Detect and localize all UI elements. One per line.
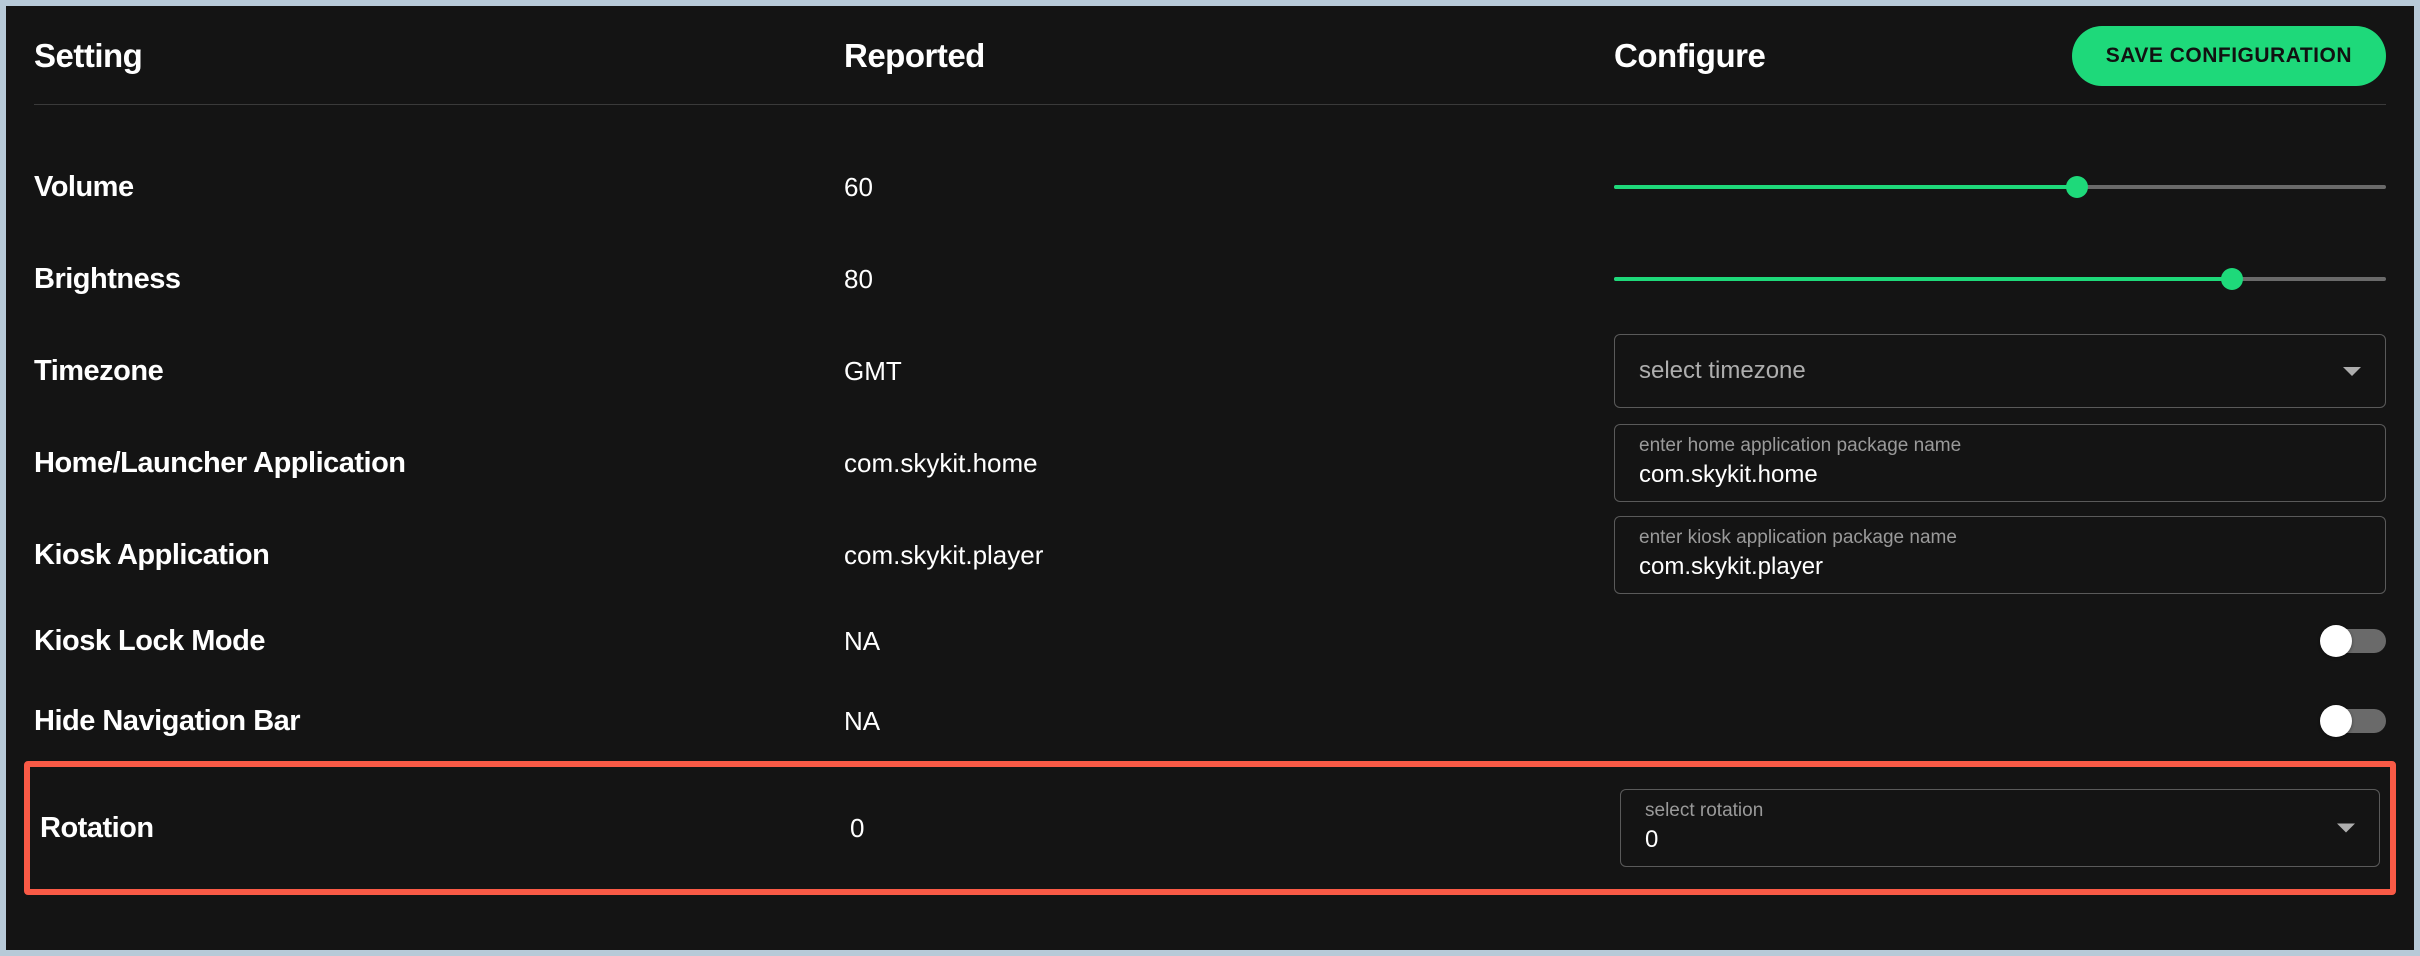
hide-nav-toggle[interactable] (2324, 709, 2386, 733)
label-home-app: Home/Launcher Application (34, 447, 406, 479)
home-app-input-container: enter home application package name (1614, 424, 2386, 502)
reported-home-app: com.skykit.home (844, 448, 1038, 478)
home-app-input[interactable] (1639, 461, 2361, 489)
rotation-field-label: select rotation (1645, 800, 2355, 822)
label-rotation: Rotation (40, 812, 154, 844)
label-brightness: Brightness (34, 263, 180, 295)
save-configuration-button[interactable]: SAVE CONFIGURATION (2072, 26, 2386, 86)
kiosk-app-field-label: enter kiosk application package name (1639, 527, 2361, 549)
reported-kiosk-lock: NA (844, 626, 880, 656)
label-volume: Volume (34, 171, 134, 203)
row-kiosk-app: Kiosk Application com.skykit.player ente… (34, 509, 2386, 601)
label-kiosk-app: Kiosk Application (34, 539, 269, 571)
rotation-value: 0 (1645, 826, 2355, 854)
row-brightness: Brightness 80 (34, 233, 2386, 325)
volume-slider-thumb[interactable] (2066, 176, 2088, 198)
timezone-select[interactable]: select timezone (1614, 334, 2386, 408)
row-timezone: Timezone GMT select timezone (34, 325, 2386, 417)
row-rotation: Rotation 0 select rotation 0 (40, 783, 2380, 873)
chevron-down-icon (2337, 824, 2355, 833)
reported-kiosk-app: com.skykit.player (844, 540, 1043, 570)
reported-volume: 60 (844, 172, 873, 202)
col-header-setting: Setting (34, 37, 142, 74)
label-timezone: Timezone (34, 355, 163, 387)
rotation-highlight: Rotation 0 select rotation 0 (24, 761, 2396, 895)
rotation-select[interactable]: select rotation 0 (1620, 789, 2380, 867)
chevron-down-icon (2343, 367, 2361, 376)
reported-rotation: 0 (850, 813, 864, 843)
brightness-slider[interactable] (1614, 277, 2386, 281)
kiosk-app-input[interactable] (1639, 553, 2361, 581)
row-hide-nav: Hide Navigation Bar NA (34, 681, 2386, 761)
reported-brightness: 80 (844, 264, 873, 294)
kiosk-lock-toggle[interactable] (2324, 629, 2386, 653)
reported-hide-nav: NA (844, 706, 880, 736)
volume-slider[interactable] (1614, 185, 2386, 189)
reported-timezone: GMT (844, 356, 902, 386)
label-kiosk-lock: Kiosk Lock Mode (34, 625, 265, 657)
brightness-slider-thumb[interactable] (2221, 268, 2243, 290)
settings-panel: Setting Reported Configure SAVE CONFIGUR… (6, 6, 2414, 950)
timezone-select-placeholder: select timezone (1639, 357, 1806, 385)
row-home-app: Home/Launcher Application com.skykit.hom… (34, 417, 2386, 509)
kiosk-app-input-container: enter kiosk application package name (1614, 516, 2386, 594)
table-header: Setting Reported Configure SAVE CONFIGUR… (34, 26, 2386, 105)
label-hide-nav: Hide Navigation Bar (34, 705, 300, 737)
row-volume: Volume 60 (34, 141, 2386, 233)
row-kiosk-lock: Kiosk Lock Mode NA (34, 601, 2386, 681)
col-header-configure: Configure (1614, 37, 1765, 75)
home-app-field-label: enter home application package name (1639, 435, 2361, 457)
col-header-reported: Reported (844, 37, 985, 74)
